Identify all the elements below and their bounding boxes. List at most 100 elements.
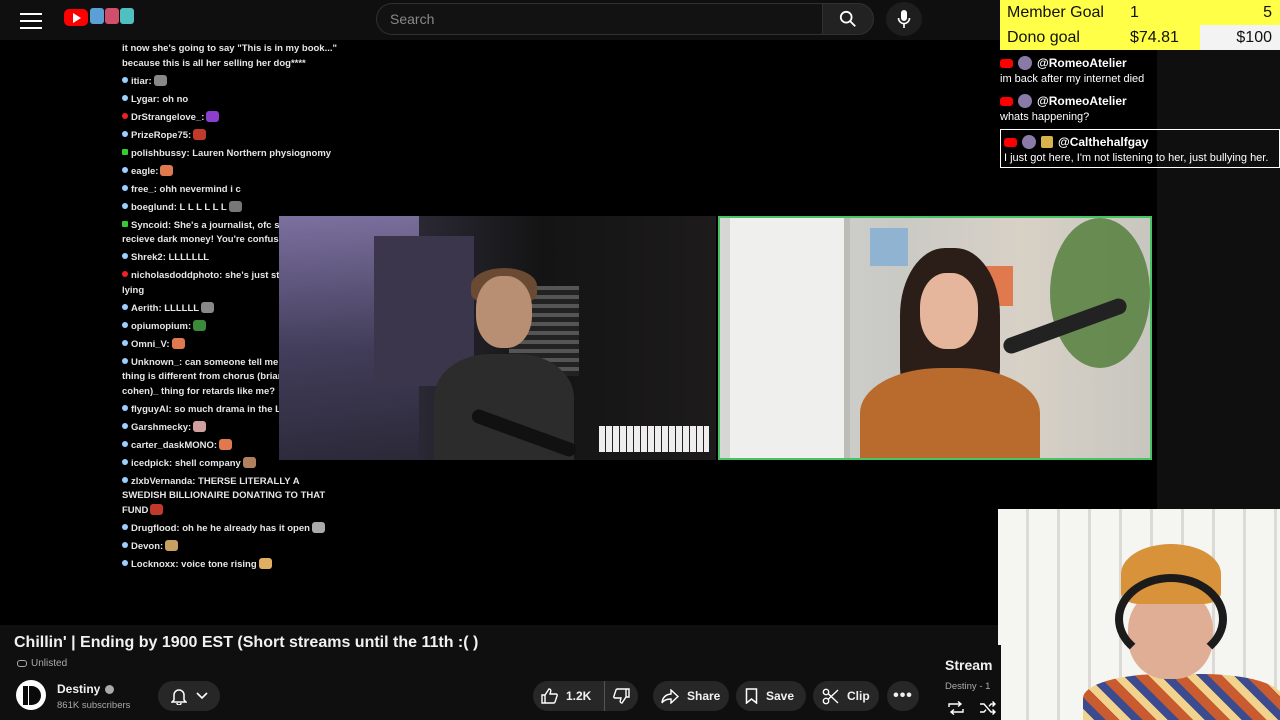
save-button[interactable]: Save (736, 681, 806, 711)
more-actions-button[interactable]: ••• (887, 681, 919, 711)
dislike-button[interactable] (605, 688, 638, 704)
alert-username: @Calthehalfgay (1058, 135, 1149, 149)
user-avatar (1018, 94, 1032, 108)
platform-badge-icon (122, 253, 128, 259)
chat-username: Aerith (131, 302, 159, 314)
chat-username: Locknoxx (131, 558, 176, 570)
platform-badge-icon (122, 271, 128, 277)
video-title: Chillin' | Ending by 1900 EST (Short str… (14, 634, 479, 651)
related-stream-title: Stream (945, 657, 993, 673)
logo-emotes (90, 8, 138, 28)
chat-text: : voice tone rising (175, 558, 257, 570)
emote-icon (242, 456, 256, 468)
chat-username: carter_daskMONO (131, 439, 214, 451)
chat-username: zlxbVernanda (131, 475, 193, 487)
platform-badge-icon (122, 76, 128, 83)
emote-icon (171, 337, 185, 349)
more-actions-icon: ••• (893, 687, 913, 704)
chat-username: opiumopium (131, 320, 188, 332)
chat-text: : LLLLLL (158, 302, 200, 314)
platform-badge-icon (122, 184, 128, 191)
thumbs-down-icon (613, 688, 630, 704)
alert-message: I just got here, I'm not listening to he… (1004, 152, 1269, 164)
chat-alerts-overlay: @RomeoAtelier im back after my internet d… (1000, 55, 1280, 176)
member-goal-current: 1 (1130, 3, 1139, 21)
chat-username: PrizeRope75 (131, 129, 189, 141)
related-stream-channel: Destiny - 1 (945, 681, 991, 692)
search-icon (839, 10, 856, 27)
verified-icon (105, 684, 115, 694)
platform-badge-icon (122, 541, 128, 548)
channel-name-link[interactable]: Destiny (57, 682, 115, 696)
chat-username: DrStrangelove_ (131, 111, 202, 123)
chat-text: : (166, 338, 170, 350)
chat-username: itiar (131, 75, 149, 87)
chat-username: Shrek2 (131, 252, 163, 263)
channel-avatar[interactable] (16, 680, 46, 710)
chat-username: Syncoid (131, 219, 168, 231)
alert-message: whats happening? (1000, 111, 1090, 123)
youtube-logo-icon[interactable] (64, 9, 88, 26)
hamburger-menu-icon[interactable] (18, 8, 44, 30)
donation-goal-current: $74.81 (1130, 28, 1179, 46)
chat-text: : so much drama in the LLC (168, 403, 294, 415)
chat-username: polishbussy (131, 147, 187, 159)
chat-text: : (201, 111, 205, 123)
bell-icon (170, 689, 187, 705)
bookmark-icon (745, 688, 758, 704)
search-button[interactable] (822, 3, 874, 35)
chat-message: Devon: (122, 539, 340, 555)
related-stream-card[interactable]: Stream Destiny - 1 (931, 645, 1001, 720)
donation-goal: Dono goal $74.81 $100 (1000, 25, 1280, 50)
chat-text: : (148, 75, 152, 87)
platform-badge-icon (122, 303, 128, 310)
platform-badge-icon (122, 94, 128, 101)
chat-message: polishbussy: Lauren Northern physiognomy (122, 147, 340, 162)
emote-icon (228, 200, 242, 212)
chat-text: : (188, 129, 192, 141)
chat-username: Unknown_ (131, 356, 180, 368)
platform-badge-icon (122, 321, 128, 328)
chat-message: PrizeRope75: (122, 128, 340, 144)
share-icon (661, 688, 679, 704)
guest-webcam (718, 216, 1152, 460)
chat-text: : (213, 439, 218, 451)
chat-text: : (160, 540, 164, 552)
chat-username: eagle (131, 165, 156, 177)
chat-message: DrStrangelove_: (122, 110, 340, 126)
chat-username: nicholasdoddphoto (131, 270, 220, 281)
voice-search-button[interactable] (886, 2, 922, 36)
chat-text: : L L L L L L (173, 201, 227, 213)
emote-icon (165, 539, 179, 551)
like-button[interactable]: 1.2K (533, 681, 605, 711)
share-label: Share (687, 689, 721, 703)
chat-message: zlxbVernanda: THERSE LITERALLY A SWEDISH… (122, 475, 340, 519)
youtube-icon (1004, 137, 1017, 147)
clip-button[interactable]: Clip (813, 681, 879, 711)
shuffle-icon[interactable] (979, 701, 997, 715)
member-goal: Member Goal 1 5 (1000, 0, 1280, 25)
emote-icon (193, 319, 207, 331)
loop-icon[interactable] (947, 701, 965, 715)
notification-bell-button[interactable] (158, 681, 220, 711)
chat-text: : (188, 421, 192, 433)
chat-message: free_: ohh nevermind i c (122, 183, 340, 198)
subscriber-count: 861K subscribers (57, 700, 131, 711)
emote-icon (258, 557, 272, 569)
chat-alert: @RomeoAtelier im back after my internet d… (1000, 55, 1280, 85)
chat-message: Locknoxx: voice tone rising (122, 557, 340, 573)
member-goal-label: Member Goal (1007, 3, 1104, 21)
chat-message: itiar: (122, 74, 340, 90)
share-button[interactable]: Share (653, 681, 729, 711)
search-bar (376, 3, 822, 35)
chat-message: Lygar: oh no (122, 93, 340, 108)
member-goal-target: 5 (1263, 3, 1272, 21)
chat-username: Omni_V (131, 338, 167, 350)
chat-username: Garshmecky (131, 421, 189, 433)
emote-icon (311, 521, 325, 533)
clip-label: Clip (847, 689, 870, 703)
like-dislike-group: 1.2K (533, 681, 638, 711)
user-avatar (1018, 56, 1032, 70)
emote-icon (150, 503, 164, 515)
search-input[interactable] (377, 4, 822, 34)
